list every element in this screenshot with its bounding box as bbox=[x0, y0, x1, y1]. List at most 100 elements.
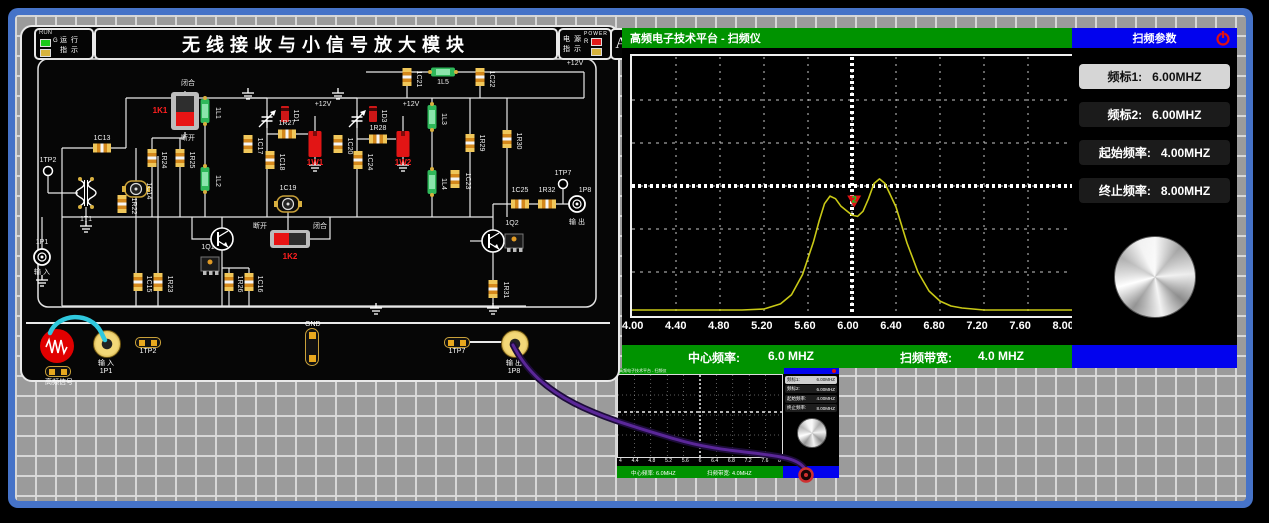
param-value: 6.00MHZ bbox=[1152, 70, 1201, 84]
switch-1K2[interactable] bbox=[270, 230, 310, 248]
tp2-label: 1TP2 bbox=[135, 348, 161, 355]
tp7-label: 1TP7 bbox=[444, 348, 470, 355]
comp-cv bbox=[225, 273, 234, 291]
param-row-3[interactable]: 起始频率: 4.00MHZ bbox=[1079, 140, 1230, 165]
marker-label: 2 bbox=[852, 195, 857, 205]
component-label: 闭合 bbox=[181, 78, 195, 87]
comp-cv bbox=[466, 134, 475, 152]
comp-indv bbox=[428, 102, 437, 132]
comp-trim bbox=[349, 110, 366, 128]
param-row-2[interactable]: 频标2:6.00MHZ bbox=[1079, 102, 1230, 127]
component-label: 1R30 bbox=[515, 133, 522, 150]
testpoint-1TP2[interactable]: 1TP2 bbox=[135, 337, 161, 355]
mini-axis-tick: 6.8 bbox=[728, 458, 735, 466]
rf-source-connector[interactable] bbox=[40, 329, 74, 363]
component-label: 1T1 bbox=[80, 216, 92, 223]
axis-tick-label: 7.60 bbox=[1009, 320, 1030, 338]
axis-tick-label: 4.80 bbox=[708, 320, 729, 338]
comp-cv bbox=[118, 195, 127, 213]
board-title: 无线接收与小信号放大模块 bbox=[182, 31, 470, 57]
comp-cv bbox=[489, 280, 498, 298]
comp-pot bbox=[397, 131, 410, 157]
comp-ic bbox=[505, 234, 523, 252]
gnd-connector[interactable]: GND bbox=[305, 321, 321, 366]
output-label: 输 出 bbox=[501, 358, 527, 368]
component-label: 输 出 bbox=[569, 217, 585, 226]
param-panel: 频标1:6.00MHZ频标2:6.00MHZ起始频率:4.00MHZ终止频率:8… bbox=[1072, 48, 1237, 345]
comp-xfmr bbox=[76, 177, 96, 209]
frequency-knob[interactable] bbox=[1114, 236, 1196, 318]
component-label: 1C25 bbox=[512, 187, 529, 194]
param-label: 起始频率: bbox=[1099, 144, 1151, 161]
comp-chw bbox=[538, 200, 556, 209]
comp-cv bbox=[176, 149, 185, 167]
mini-sweep-display bbox=[617, 374, 783, 458]
params-title: 扫频参数 bbox=[1133, 30, 1177, 46]
mini-analyzer-window[interactable]: 高频电子技术平台 - 扫频仪 频标1:6.00MHZ频标2:6.00MHZ起始频… bbox=[617, 368, 839, 478]
comp-port bbox=[34, 249, 50, 265]
comp-cv bbox=[451, 170, 460, 188]
component-label: 断开 bbox=[181, 133, 195, 142]
gnd-label: GND bbox=[305, 321, 321, 328]
component-label: 1W1 bbox=[307, 158, 324, 167]
input-id: 1P1 bbox=[93, 368, 119, 375]
mini-param-row-4[interactable]: 终止频率:8.00MHZ bbox=[785, 404, 837, 412]
mini-param-row-3[interactable]: 起始频率:4.00MHZ bbox=[785, 395, 837, 403]
switch-1K1[interactable] bbox=[171, 92, 199, 130]
tp7-output-wire bbox=[470, 341, 502, 343]
param-row-4[interactable]: 终止频率:8.00MHZ bbox=[1079, 178, 1230, 203]
mini-param-panel: 频标1:6.00MHZ频标2:6.00MHZ 起始频率:4.00MHZ终止频率:8… bbox=[783, 374, 839, 458]
component-label: 1R32 bbox=[539, 187, 556, 194]
comp-gnd bbox=[370, 303, 382, 314]
mini-param-row-2[interactable]: 频标2:6.00MHZ bbox=[785, 385, 837, 393]
comp-tp bbox=[559, 180, 568, 189]
comp-ic bbox=[201, 257, 219, 275]
rf-source-pad[interactable]: 高频信号 bbox=[45, 366, 73, 387]
pwr-line1: 电 源 bbox=[563, 34, 582, 44]
sweep-display: 2 bbox=[630, 54, 1074, 318]
comp-cv bbox=[148, 149, 157, 167]
comp-cv bbox=[266, 151, 275, 169]
testpoint-1TP7[interactable]: 1TP7 bbox=[444, 337, 470, 355]
mini-param-row-1[interactable]: 频标1:6.00MHZ bbox=[785, 376, 837, 384]
component-label: 1C14 bbox=[145, 183, 152, 200]
component-label: 1R31 bbox=[502, 282, 509, 299]
component-label: 1C16 bbox=[256, 276, 263, 293]
mini-axis-tick: 4 bbox=[619, 458, 622, 466]
pwr-line2: 指 示 bbox=[563, 44, 582, 54]
param-label: 频标2: bbox=[1107, 106, 1142, 123]
component-label: 1C21 bbox=[415, 71, 422, 88]
mini-axis-tick: 7.2 bbox=[745, 458, 752, 466]
mini-frequency-axis: 44.44.85.25.666.46.87.27.68 bbox=[617, 458, 783, 466]
output-connector-1P8[interactable]: 输 出 1P8 bbox=[501, 330, 527, 375]
comp-cv bbox=[503, 130, 512, 148]
power-icon[interactable] bbox=[1215, 30, 1231, 46]
comp-dio bbox=[369, 106, 377, 122]
component-label: 1R23 bbox=[166, 276, 173, 293]
component-label: 1R27 bbox=[279, 120, 296, 127]
param-value: 4.00MHZ bbox=[1161, 146, 1210, 160]
component-label: 1TP2 bbox=[40, 157, 57, 164]
param-row-1[interactable]: 频标1:6.00MHZ bbox=[1079, 64, 1230, 89]
mini-axis-tick: 4.4 bbox=[632, 458, 639, 466]
component-label: 1C24 bbox=[366, 154, 373, 171]
comp-gnd bbox=[332, 88, 344, 99]
input-connector-1P1[interactable]: 输 入 1P1 bbox=[93, 330, 119, 375]
comp-cv bbox=[154, 273, 163, 291]
analyzer-footer-right bbox=[1072, 345, 1237, 368]
mini-frequency-knob[interactable] bbox=[797, 418, 827, 448]
analyzer-titlebar[interactable]: 高频电子技术平台 - 扫频仪 bbox=[622, 28, 1072, 48]
axis-tick-label: 7.20 bbox=[966, 320, 987, 338]
component-label: 1P8 bbox=[579, 187, 592, 194]
component-label: 1C20 bbox=[346, 138, 353, 155]
component-label: +12V bbox=[567, 60, 584, 67]
run-line2: 指 示 bbox=[60, 45, 79, 55]
component-label: 断开 bbox=[253, 221, 267, 230]
component-label: 1C13 bbox=[94, 135, 111, 142]
run-g-label: G bbox=[53, 38, 59, 44]
mini-axis-tick: 6 bbox=[699, 458, 702, 466]
run-led-amber bbox=[40, 49, 51, 57]
comp-indh bbox=[428, 68, 458, 77]
comp-rcap bbox=[274, 196, 302, 212]
component-label: 1L2 bbox=[214, 175, 221, 187]
